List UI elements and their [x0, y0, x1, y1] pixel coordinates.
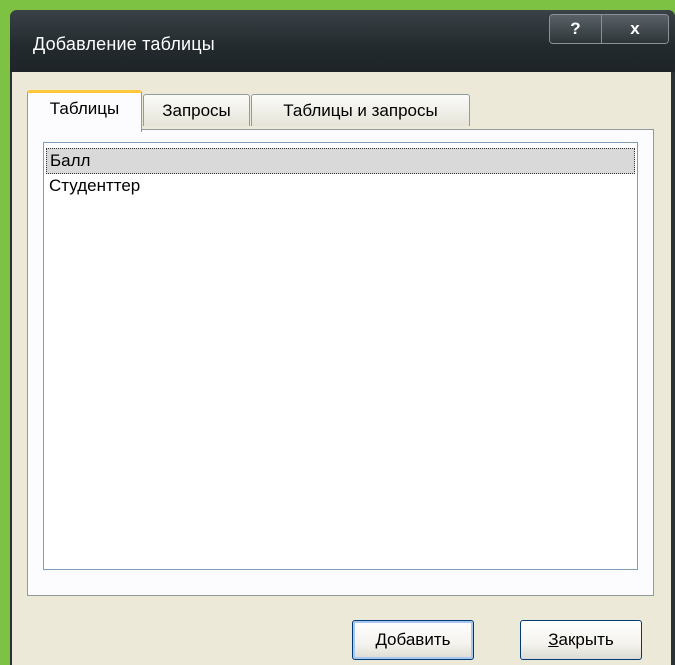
close-button-mnemonic: З: [548, 630, 559, 649]
tab-tables[interactable]: Таблицы: [27, 90, 142, 132]
dialog-window: Добавление таблицы ? x Таблицы Запросы Т…: [10, 10, 675, 665]
add-button-mnemonic: Д: [375, 630, 388, 649]
title-bar[interactable]: Добавление таблицы ? x: [10, 10, 675, 72]
list-item-students[interactable]: Студенттер: [46, 174, 635, 200]
window-title: Добавление таблицы: [33, 34, 215, 54]
tab-tables-and-queries[interactable]: Таблицы и запросы: [251, 94, 470, 126]
add-button-label: обавить: [387, 630, 451, 649]
list-item-ball[interactable]: Балл: [46, 148, 635, 174]
close-window-button[interactable]: x: [602, 15, 668, 43]
dialog-client-area: Таблицы Запросы Таблицы и запросы Балл С…: [12, 72, 671, 665]
tab-panel: Балл Студенттер: [27, 129, 654, 596]
tab-queries[interactable]: Запросы: [143, 94, 250, 126]
close-button-label: акрыть: [558, 630, 614, 649]
title-bar-buttons: ? x: [549, 14, 669, 44]
tables-listbox[interactable]: Балл Студенттер: [43, 142, 638, 570]
add-button[interactable]: Добавить: [352, 620, 474, 660]
help-button[interactable]: ?: [550, 15, 602, 43]
close-button[interactable]: Закрыть: [520, 620, 642, 660]
